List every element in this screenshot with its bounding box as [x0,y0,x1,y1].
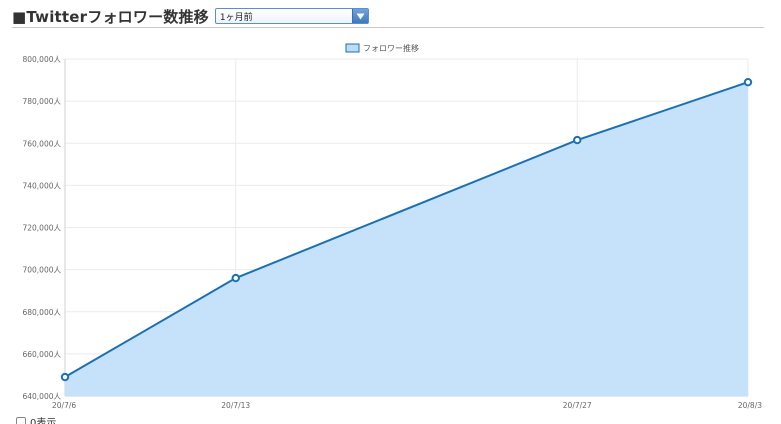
zero-display-toggle[interactable]: 0表示 [16,414,56,424]
data-point [60,372,70,382]
y-tick-label: 720,000人 [22,224,61,233]
chart-legend: フォロワー推移 [345,43,419,53]
zero-display-label: 0表示 [30,418,57,424]
x-tick-label: 20/8/3 [738,401,762,410]
y-tick-label: 640,000人 [22,392,61,401]
y-tick-label: 740,000人 [22,181,61,190]
y-tick-label: 700,000人 [22,266,61,275]
y-tick-label: 760,000人 [22,139,61,148]
data-point [573,135,582,145]
x-axis-ticks: 20/7/6 20/7/13 20/7/27 20/8/3 [52,401,762,410]
series-area [65,82,748,396]
data-point [743,77,753,87]
follower-chart: 640,000人 660,000人 680,000人 700,000人 720,000人… [22,43,762,410]
x-tick-label: 20/7/13 [221,401,250,410]
y-tick-label: 680,000人 [22,308,61,317]
legend-label: フォロワー推移 [363,43,419,53]
y-tick-label: 660,000人 [22,350,61,359]
x-tick-label: 20/7/6 [52,401,76,410]
data-point [231,273,240,283]
y-tick-label: 800,000人 [22,55,61,64]
zero-display-checkbox[interactable] [16,416,26,424]
page: ■Twitterフォロワー数推移 1ヶ月前 640,000人 660,000人 68… [0,0,781,424]
legend-swatch [345,43,360,53]
y-axis-ticks: 640,000人 660,000人 680,000人 700,000人 720,000人… [22,55,61,401]
x-tick-label: 20/7/27 [563,401,592,410]
y-tick-label: 780,000人 [22,97,61,106]
